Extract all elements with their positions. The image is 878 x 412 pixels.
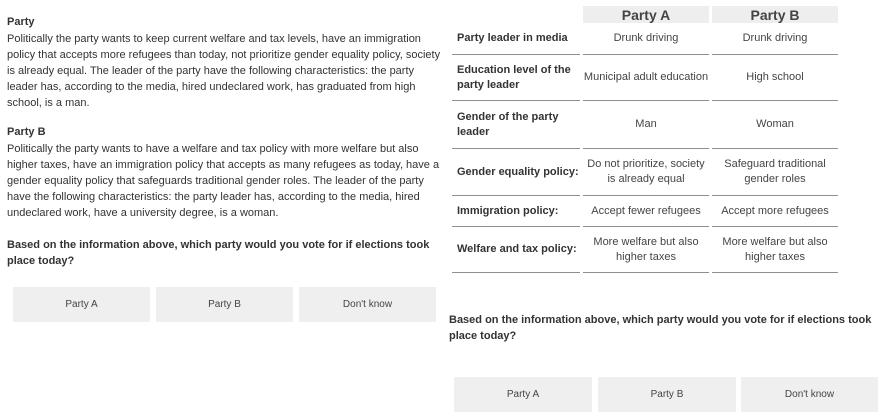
row-label: Party leader in media — [452, 23, 580, 55]
table-row: Party leader in media Drunk driving Drun… — [452, 23, 838, 55]
party-b-button[interactable]: Party B — [598, 377, 736, 412]
party-b-heading: Party B — [7, 126, 46, 138]
table-header-row: Party A Party B — [452, 6, 838, 23]
vote-question-table-version: Based on the information above, which pa… — [449, 314, 872, 342]
row-label: Immigration policy: — [452, 196, 580, 227]
party-a-description: Politically the party wants to keep curr… — [7, 33, 441, 109]
party-a-heading: Party — [7, 16, 35, 28]
table-header-party-b: Party B — [712, 6, 838, 23]
row-value-party-b: High school — [712, 55, 838, 101]
table-row: Welfare and tax policy: More welfare but… — [452, 227, 838, 273]
party-a-button[interactable]: Party A — [13, 287, 150, 322]
dont-know-button[interactable]: Don't know — [299, 287, 436, 322]
vote-question: Based on the information above, which pa… — [7, 239, 430, 267]
row-value-party-a: Drunk driving — [583, 23, 709, 55]
party-b-button[interactable]: Party B — [156, 287, 293, 322]
row-value-party-b: Safeguard traditional gender roles — [712, 149, 838, 196]
party-comparison-table: Party A Party B Party leader in media Dr… — [449, 6, 841, 273]
row-label: Gender equality policy: — [452, 149, 580, 196]
row-value-party-a: Do not prioritize, society is already eq… — [583, 149, 709, 196]
row-value-party-a: Man — [583, 101, 709, 149]
row-label: Education level of the party leader — [452, 55, 580, 101]
row-label: Welfare and tax policy: — [452, 227, 580, 273]
row-value-party-b: Woman — [712, 101, 838, 149]
table-header-blank — [452, 6, 580, 23]
party-b-description: Politically the party wants to have a we… — [7, 143, 440, 219]
row-label: Gender of the party leader — [452, 101, 580, 149]
row-value-party-a: More welfare but also higher taxes — [583, 227, 709, 273]
table-header-party-a: Party A — [583, 6, 709, 23]
table-row: Gender of the party leader Man Woman — [452, 101, 838, 149]
row-value-party-b: More welfare but also higher taxes — [712, 227, 838, 273]
table-row: Education level of the party leader Muni… — [452, 55, 838, 101]
row-value-party-a: Accept fewer refugees — [583, 196, 709, 227]
row-value-party-b: Drunk driving — [712, 23, 838, 55]
row-value-party-b: Accept more refugees — [712, 196, 838, 227]
row-value-party-a: Municipal adult education — [583, 55, 709, 101]
table-row: Gender equality policy: Do not prioritiz… — [452, 149, 838, 196]
dont-know-button[interactable]: Don't know — [741, 377, 878, 412]
table-row: Immigration policy: Accept fewer refugee… — [452, 196, 838, 227]
party-a-button[interactable]: Party A — [454, 377, 592, 412]
